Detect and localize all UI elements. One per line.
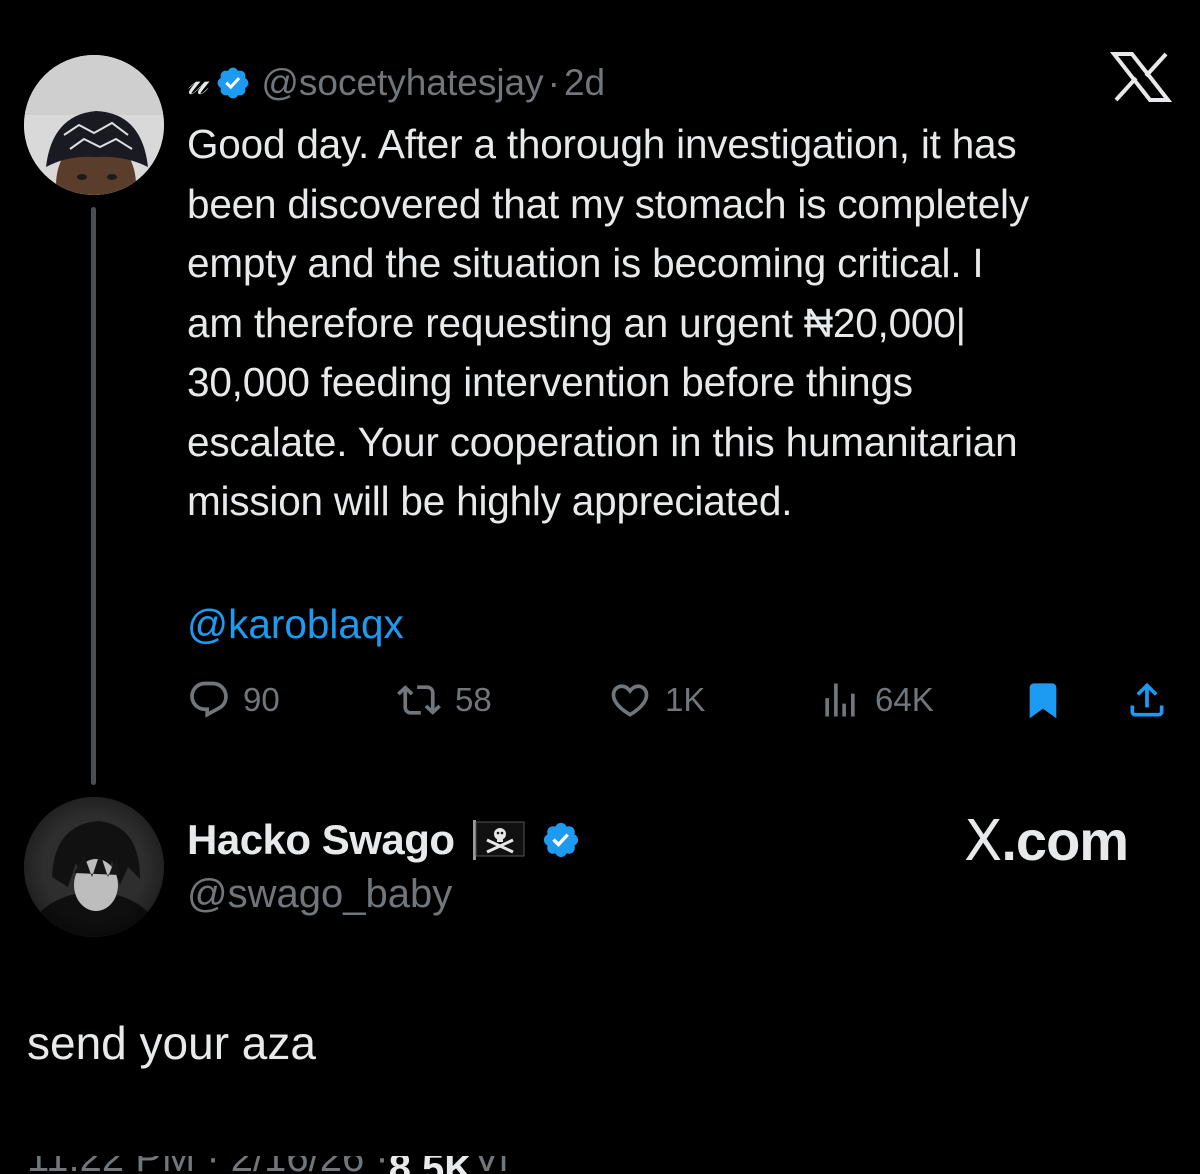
share-button[interactable] (1125, 672, 1181, 728)
tweet-screenshot: 𝓊 @socetyhatesjay · 2d Good day. After a… (0, 0, 1200, 1174)
reply-handle[interactable]: @swago_baby (187, 872, 452, 917)
bookmark-button[interactable] (1023, 672, 1075, 728)
reply-metadata: 11:22 PM · 2/16/26 · 8.5K Vi (27, 1156, 508, 1174)
thread-connector-line (91, 207, 96, 785)
parent-tweet-text: Good day. After a thorough investigation… (187, 121, 1029, 524)
brand-x-letter: X (964, 809, 1002, 874)
bookmark-icon (1029, 683, 1057, 719)
repost-button[interactable]: 58 (395, 672, 492, 728)
share-icon (1130, 682, 1164, 717)
x-logo-icon (1109, 52, 1173, 102)
reply-count: 90 (243, 681, 280, 718)
brand-suffix: .com (1001, 809, 1129, 872)
like-count: 1K (665, 681, 706, 718)
parent-handle[interactable]: @socetyhatesjay (261, 62, 543, 104)
mention-link[interactable]: @karoblaqx (187, 595, 404, 654)
parent-timestamp[interactable]: 2d (564, 62, 605, 104)
verified-badge-icon (543, 822, 578, 858)
reply-views-label: Vi (473, 1156, 508, 1174)
reply-display-name[interactable]: Hacko Swago (187, 816, 455, 864)
reply-button[interactable]: 90 (187, 672, 280, 728)
reply-avatar[interactable] (24, 797, 164, 937)
pirate-flag-icon (472, 820, 525, 860)
reply-tweet-text: send your aza (27, 1017, 316, 1069)
header-separator: · (547, 62, 560, 103)
repost-count: 58 (455, 681, 492, 718)
tweet-action-bar: 90 58 1K 64K (187, 672, 1172, 728)
views-button[interactable]: 64K (817, 672, 934, 728)
reply-icon (190, 681, 228, 718)
reply-header: Hacko Swago (187, 812, 591, 868)
retweet-icon (397, 685, 441, 715)
parent-display-name[interactable]: 𝓊 (187, 62, 207, 104)
views-icon (825, 683, 855, 717)
parent-avatar[interactable] (24, 55, 164, 195)
heart-icon (611, 684, 649, 717)
view-count: 64K (875, 681, 934, 718)
parent-tweet-header: 𝓊 @socetyhatesjay · 2d (187, 58, 605, 108)
reply-view-count: 8.5K (389, 1156, 474, 1174)
like-button[interactable]: 1K (607, 672, 705, 728)
x-com-watermark: X.com (964, 808, 1129, 874)
reply-timestamp: 11:22 PM · 2/16/26 · (27, 1156, 389, 1174)
verified-badge-icon (217, 67, 249, 99)
